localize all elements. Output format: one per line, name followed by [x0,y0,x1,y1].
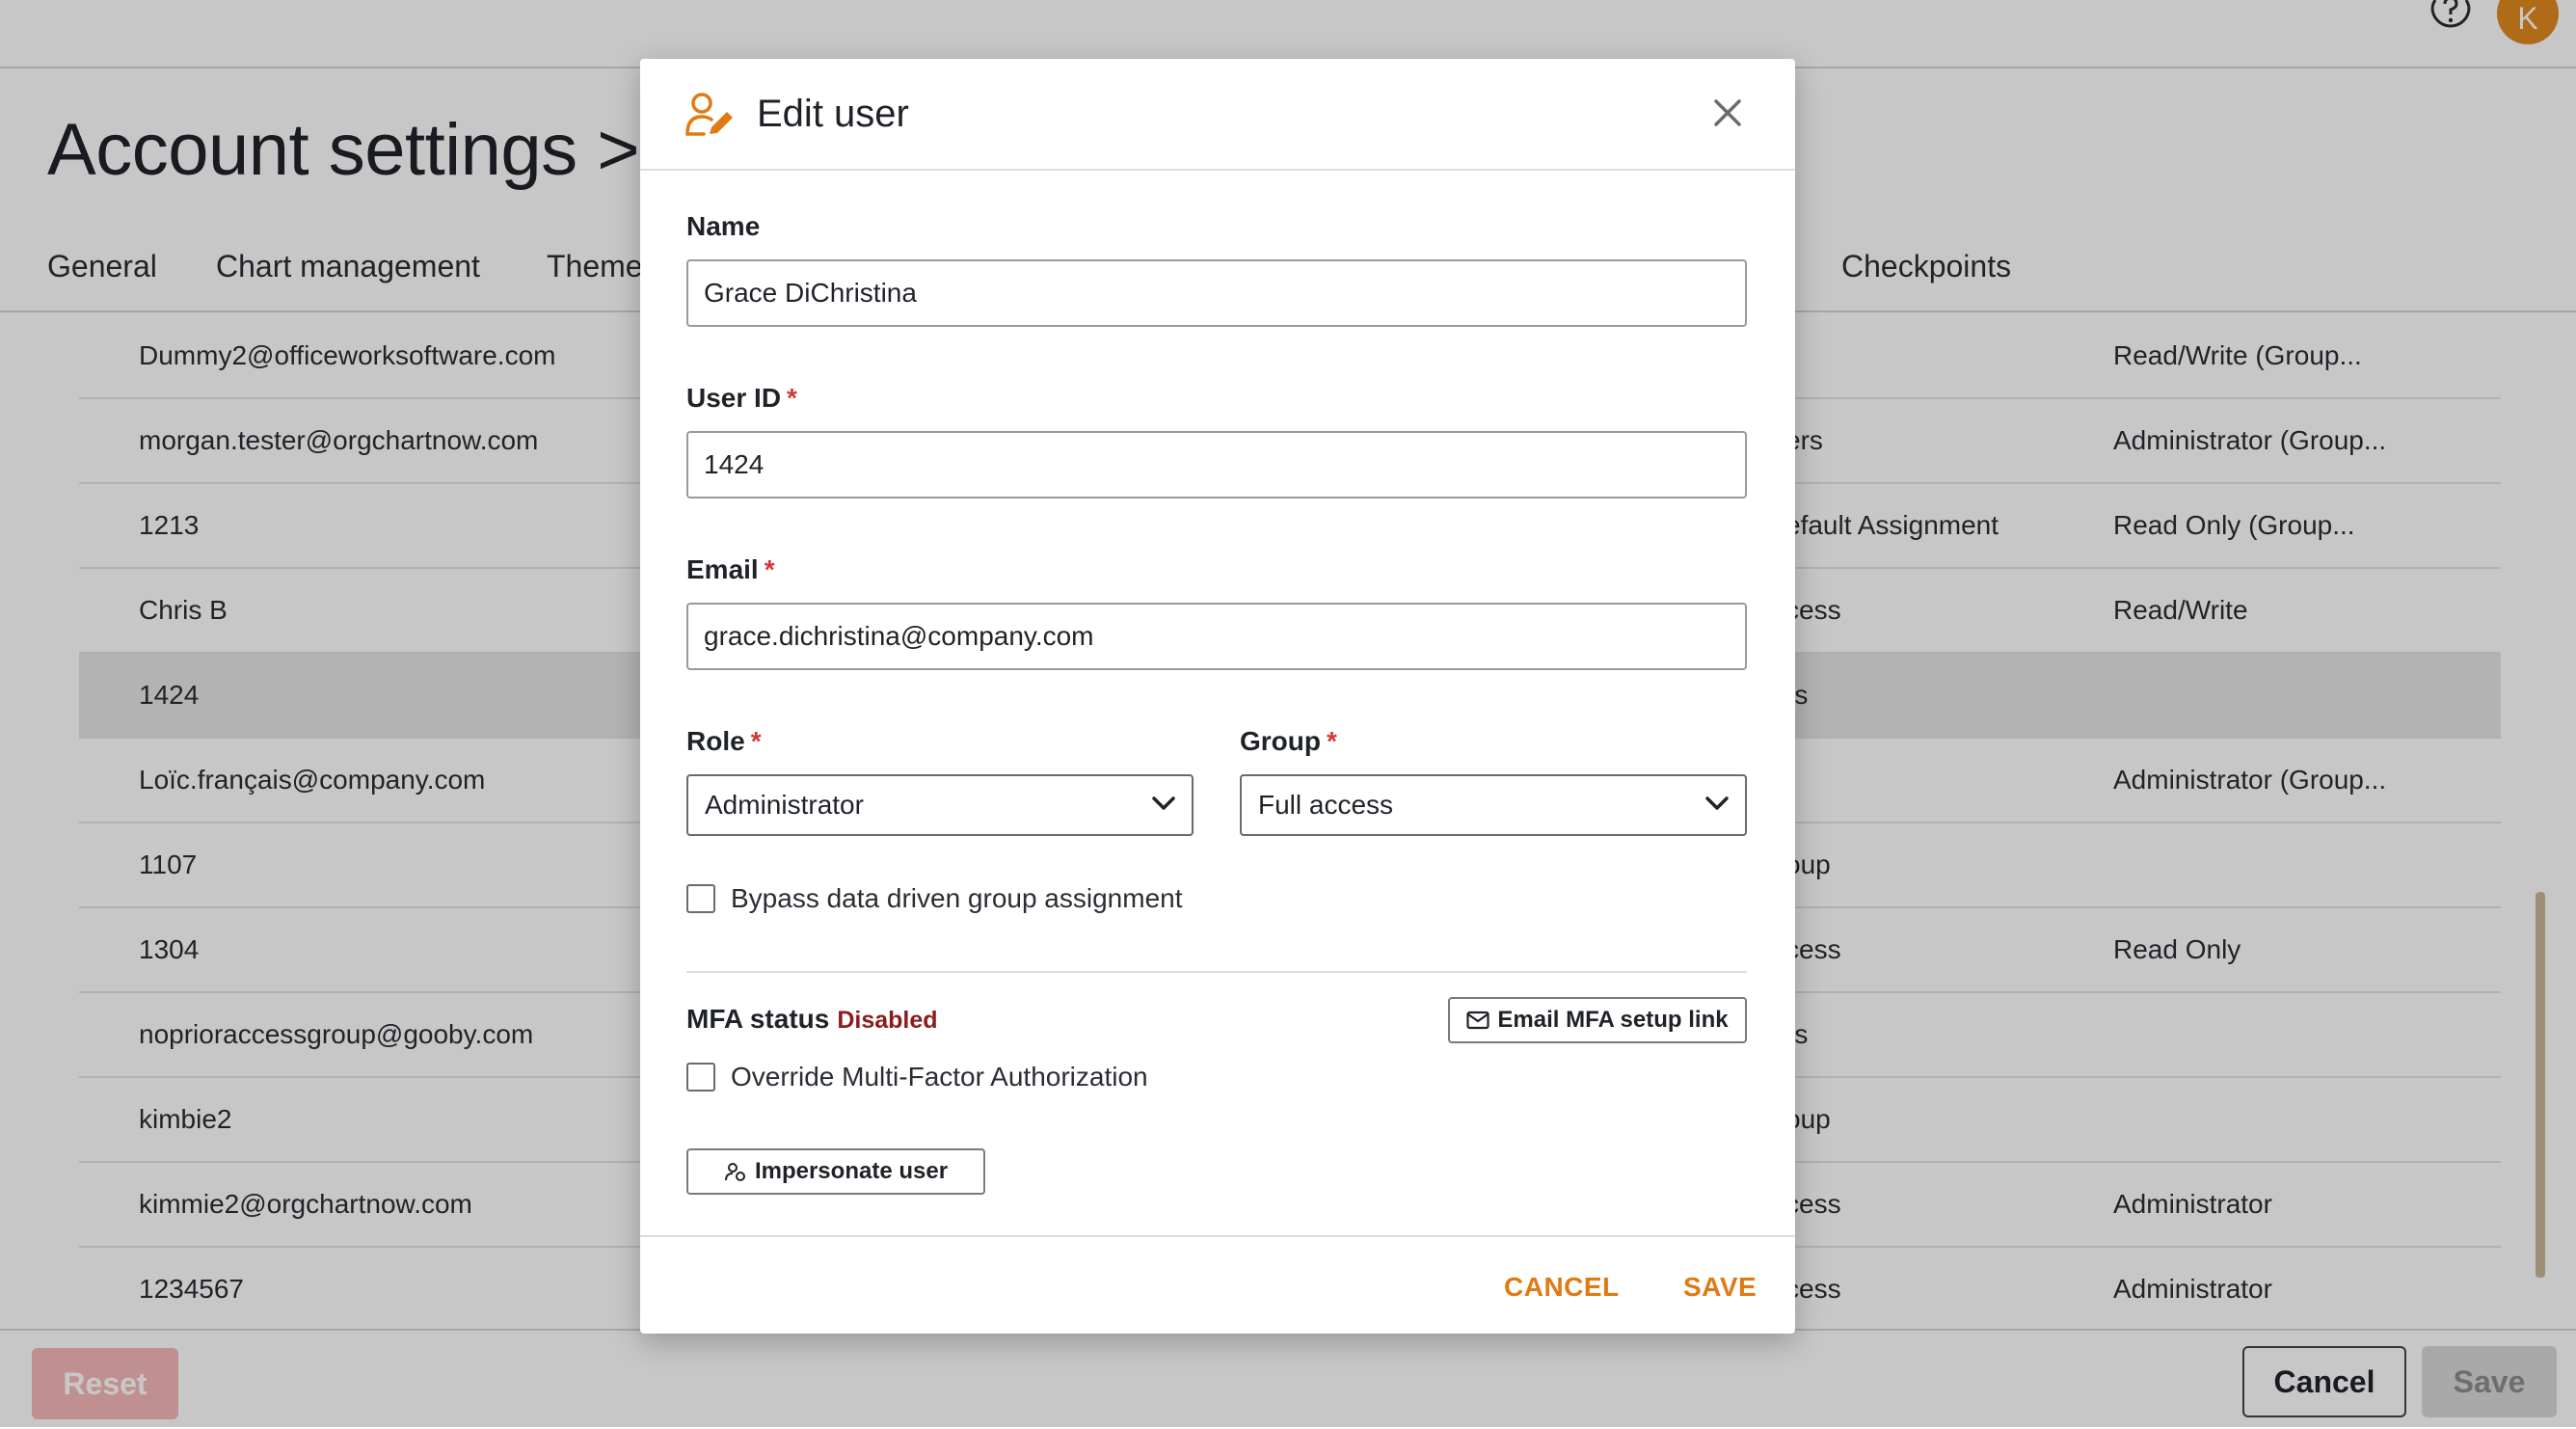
impersonate-user-label: Impersonate user [754,1158,949,1184]
user-id-label: User ID * [686,383,797,413]
email-mfa-setup-button[interactable]: Email MFA setup link [1448,997,1747,1043]
required-mark: * [750,726,762,756]
required-mark: * [1327,726,1337,756]
envelope-icon [1466,1011,1490,1030]
impersonate-user-button[interactable]: Impersonate user [686,1148,985,1195]
bypass-group-label[interactable]: Bypass data driven group assignment [731,883,1183,914]
group-label: Group * [1240,726,1337,756]
dialog-header: Edit user [640,59,1795,171]
email-label: Email * [686,554,775,584]
dialog-title: Edit user [757,93,909,135]
group-select-value: Full access [1258,790,1394,820]
mfa-status-value: Disabled [837,1007,938,1034]
role-select-value: Administrator [705,790,864,820]
chevron-down-icon [1152,796,1175,810]
user-switch-icon [724,1163,745,1181]
bypass-group-checkbox[interactable] [686,884,715,913]
divider [686,971,1747,973]
dialog-footer: CANCEL SAVE [640,1235,1795,1335]
edit-user-dialog: Edit user Name User ID* Email* Role* Adm… [640,59,1795,1334]
dialog-save-button[interactable]: SAVE [1683,1272,1757,1303]
override-mfa-label[interactable]: Override Multi-Factor Authorization [731,1062,1148,1092]
mfa-status-label: MFA status [686,1004,830,1034]
close-icon[interactable] [1708,94,1747,132]
role-label: Role * [686,726,762,756]
mfa-status: MFA status Disabled [686,1004,938,1035]
role-select[interactable]: Administrator [686,774,1194,836]
group-select[interactable]: Full access [1240,774,1747,836]
chevron-down-icon [1705,796,1729,810]
user-id-input[interactable] [686,431,1747,499]
name-label: Name [686,211,761,241]
required-mark: * [787,383,797,413]
name-input[interactable] [686,259,1747,327]
email-mfa-setup-label: Email MFA setup link [1497,1007,1729,1033]
override-mfa-checkbox[interactable] [686,1063,715,1092]
required-mark: * [764,554,775,584]
email-input[interactable] [686,603,1747,670]
user-edit-icon [685,93,733,136]
dialog-cancel-button[interactable]: CANCEL [1504,1272,1620,1303]
